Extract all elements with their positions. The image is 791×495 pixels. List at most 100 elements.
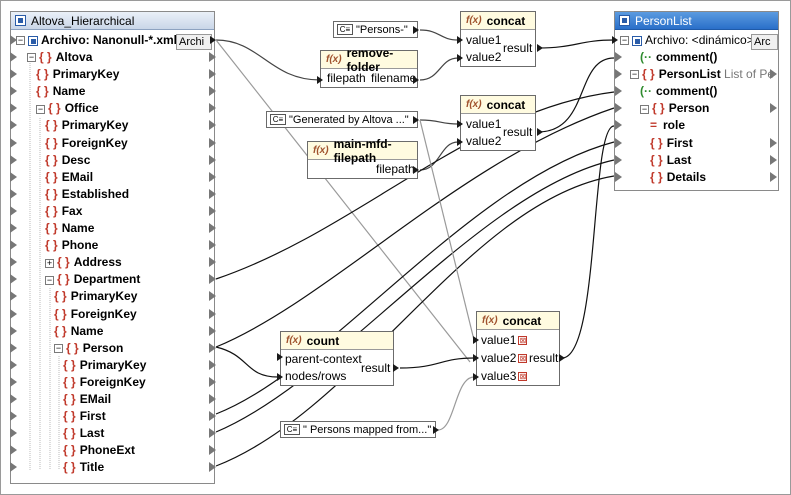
constant-generated[interactable]: C≡ "Generated by Altova ..."	[266, 111, 418, 128]
target-node[interactable]: −{ } PersonList List of Pe	[630, 66, 774, 83]
connector-arrow-icon[interactable]	[413, 76, 419, 84]
input-port-icon[interactable]	[10, 86, 17, 97]
output-port-icon[interactable]	[209, 171, 216, 182]
input-port-icon[interactable]	[10, 223, 17, 233]
input-port-icon[interactable]	[10, 103, 17, 114]
output-port-icon[interactable]	[209, 240, 216, 251]
input-port-icon[interactable]	[10, 359, 17, 370]
source-node[interactable]: { } Last	[63, 425, 104, 442]
input-port-icon[interactable]	[10, 188, 17, 199]
input-port-icon[interactable]	[10, 445, 17, 456]
output-result[interactable]: result	[503, 124, 532, 141]
source-node[interactable]: { } ForeignKey	[45, 135, 128, 152]
output-port-icon[interactable]	[209, 205, 216, 216]
connector-arrow-icon[interactable]	[317, 76, 323, 84]
output-port-icon[interactable]	[209, 137, 216, 148]
connector-arrow-icon[interactable]	[393, 364, 399, 372]
output-port-icon[interactable]	[209, 154, 216, 165]
connector-arrow-icon[interactable]	[473, 354, 479, 362]
input-port-icon[interactable]	[615, 69, 622, 80]
target-node[interactable]: (·· comment()	[640, 49, 717, 66]
input-port-icon[interactable]	[10, 308, 17, 319]
output-port-icon[interactable]	[209, 274, 216, 285]
input-filepath[interactable]: filepath	[327, 70, 366, 87]
connector-arrow-icon[interactable]	[433, 426, 439, 434]
source-node[interactable]: −{ } Person	[54, 340, 123, 357]
function-concat-1[interactable]: f(x) concat value1 value2 result	[460, 11, 536, 67]
output-port-icon[interactable]	[209, 257, 216, 268]
source-node[interactable]: −{ } Altova	[27, 49, 92, 66]
source-node[interactable]: { } PhoneExt	[63, 442, 135, 459]
connector-arrow-icon[interactable]	[413, 26, 419, 34]
function-concat-2[interactable]: f(x) concat value1 value2 result	[460, 95, 536, 151]
input-port-icon[interactable]	[10, 120, 17, 131]
connector-arrow-icon[interactable]	[413, 166, 419, 174]
target-node[interactable]: { } Last	[650, 152, 691, 169]
input-parent-context[interactable]: parent-context	[285, 351, 362, 368]
source-node[interactable]: { } Phone	[45, 237, 98, 254]
output-port-icon[interactable]	[770, 69, 777, 80]
input-port-icon[interactable]	[10, 428, 17, 439]
output-port-icon[interactable]	[209, 86, 216, 97]
connector-arrow-icon[interactable]	[457, 138, 463, 146]
function-main-mfd-filepath[interactable]: f(x) main-mfd-filepath filepath	[307, 137, 418, 179]
output-port-icon[interactable]	[209, 291, 216, 302]
collapse-icon[interactable]: −	[620, 36, 629, 46]
source-node[interactable]: −{ } Department	[45, 271, 140, 288]
input-value1[interactable]: value1	[466, 116, 501, 133]
constant-persons[interactable]: C≡ "Persons-"	[333, 21, 418, 38]
input-value1[interactable]: value1	[466, 32, 501, 49]
input-port-icon[interactable]	[10, 137, 17, 148]
input-value1[interactable]: value1 ⊠	[481, 332, 528, 349]
output-port-icon[interactable]	[209, 462, 216, 473]
input-port-icon[interactable]	[10, 69, 17, 80]
output-port-icon[interactable]	[209, 308, 216, 319]
input-port-icon[interactable]	[615, 137, 622, 148]
remove-input-icon[interactable]: ⊠	[518, 372, 528, 382]
input-port-icon[interactable]	[615, 120, 622, 131]
input-port-icon[interactable]	[10, 52, 17, 62]
input-port-icon[interactable]	[10, 342, 17, 353]
output-port-icon[interactable]	[209, 445, 216, 456]
output-port-icon[interactable]	[209, 69, 216, 80]
input-port-icon[interactable]	[10, 376, 17, 387]
output-port-icon[interactable]	[209, 428, 216, 439]
input-port-icon[interactable]	[10, 257, 17, 268]
output-port-icon[interactable]	[770, 137, 777, 148]
input-value2[interactable]: value2	[466, 133, 501, 150]
output-port-icon[interactable]	[770, 171, 777, 182]
collapse-icon[interactable]: −	[640, 104, 649, 114]
connector-arrow-icon[interactable]	[413, 116, 419, 124]
output-port-icon[interactable]	[210, 36, 216, 44]
output-port-icon[interactable]	[209, 359, 216, 370]
source-node[interactable]: { } Desc	[45, 152, 90, 169]
input-port-icon[interactable]	[10, 205, 17, 216]
input-port-icon[interactable]	[10, 35, 17, 45]
source-node[interactable]: { } ForeignKey	[54, 306, 137, 323]
collapse-icon[interactable]: −	[45, 275, 54, 285]
input-port-icon[interactable]	[10, 291, 17, 302]
connector-arrow-icon[interactable]	[277, 353, 283, 361]
output-filepath[interactable]: filepath	[376, 161, 415, 178]
function-concat-3[interactable]: f(x) concat value1 ⊠ value2 ⊠ value3 ⊠ resu…	[476, 311, 560, 386]
function-remove-folder[interactable]: f(x) remove-folder filepath filename	[320, 46, 418, 88]
input-port-icon[interactable]	[615, 154, 622, 165]
connector-arrow-icon[interactable]	[277, 373, 283, 381]
input-port-icon[interactable]	[10, 240, 17, 251]
source-node[interactable]: { } PrimaryKey	[45, 117, 128, 134]
source-node[interactable]: { } PrimaryKey	[36, 66, 119, 83]
function-count[interactable]: f(x) count parent-context nodes/rows res…	[280, 331, 394, 386]
connector-arrow-icon[interactable]	[457, 120, 463, 128]
source-file-row[interactable]: − Archivo: Nanonull-*.xml	[16, 32, 177, 49]
output-port-icon[interactable]	[209, 342, 216, 353]
input-port-icon[interactable]	[615, 171, 622, 182]
input-port-icon[interactable]	[10, 171, 17, 182]
input-port-icon[interactable]	[615, 103, 622, 114]
input-port-icon[interactable]	[10, 394, 17, 404]
target-node[interactable]: { } First	[650, 135, 693, 152]
collapse-icon[interactable]: −	[36, 104, 45, 114]
output-port-icon[interactable]	[209, 52, 216, 62]
target-node[interactable]: = role	[650, 117, 685, 134]
input-port-icon[interactable]	[615, 52, 622, 62]
constant-mapped[interactable]: C≡ " Persons mapped from..."	[280, 421, 436, 438]
